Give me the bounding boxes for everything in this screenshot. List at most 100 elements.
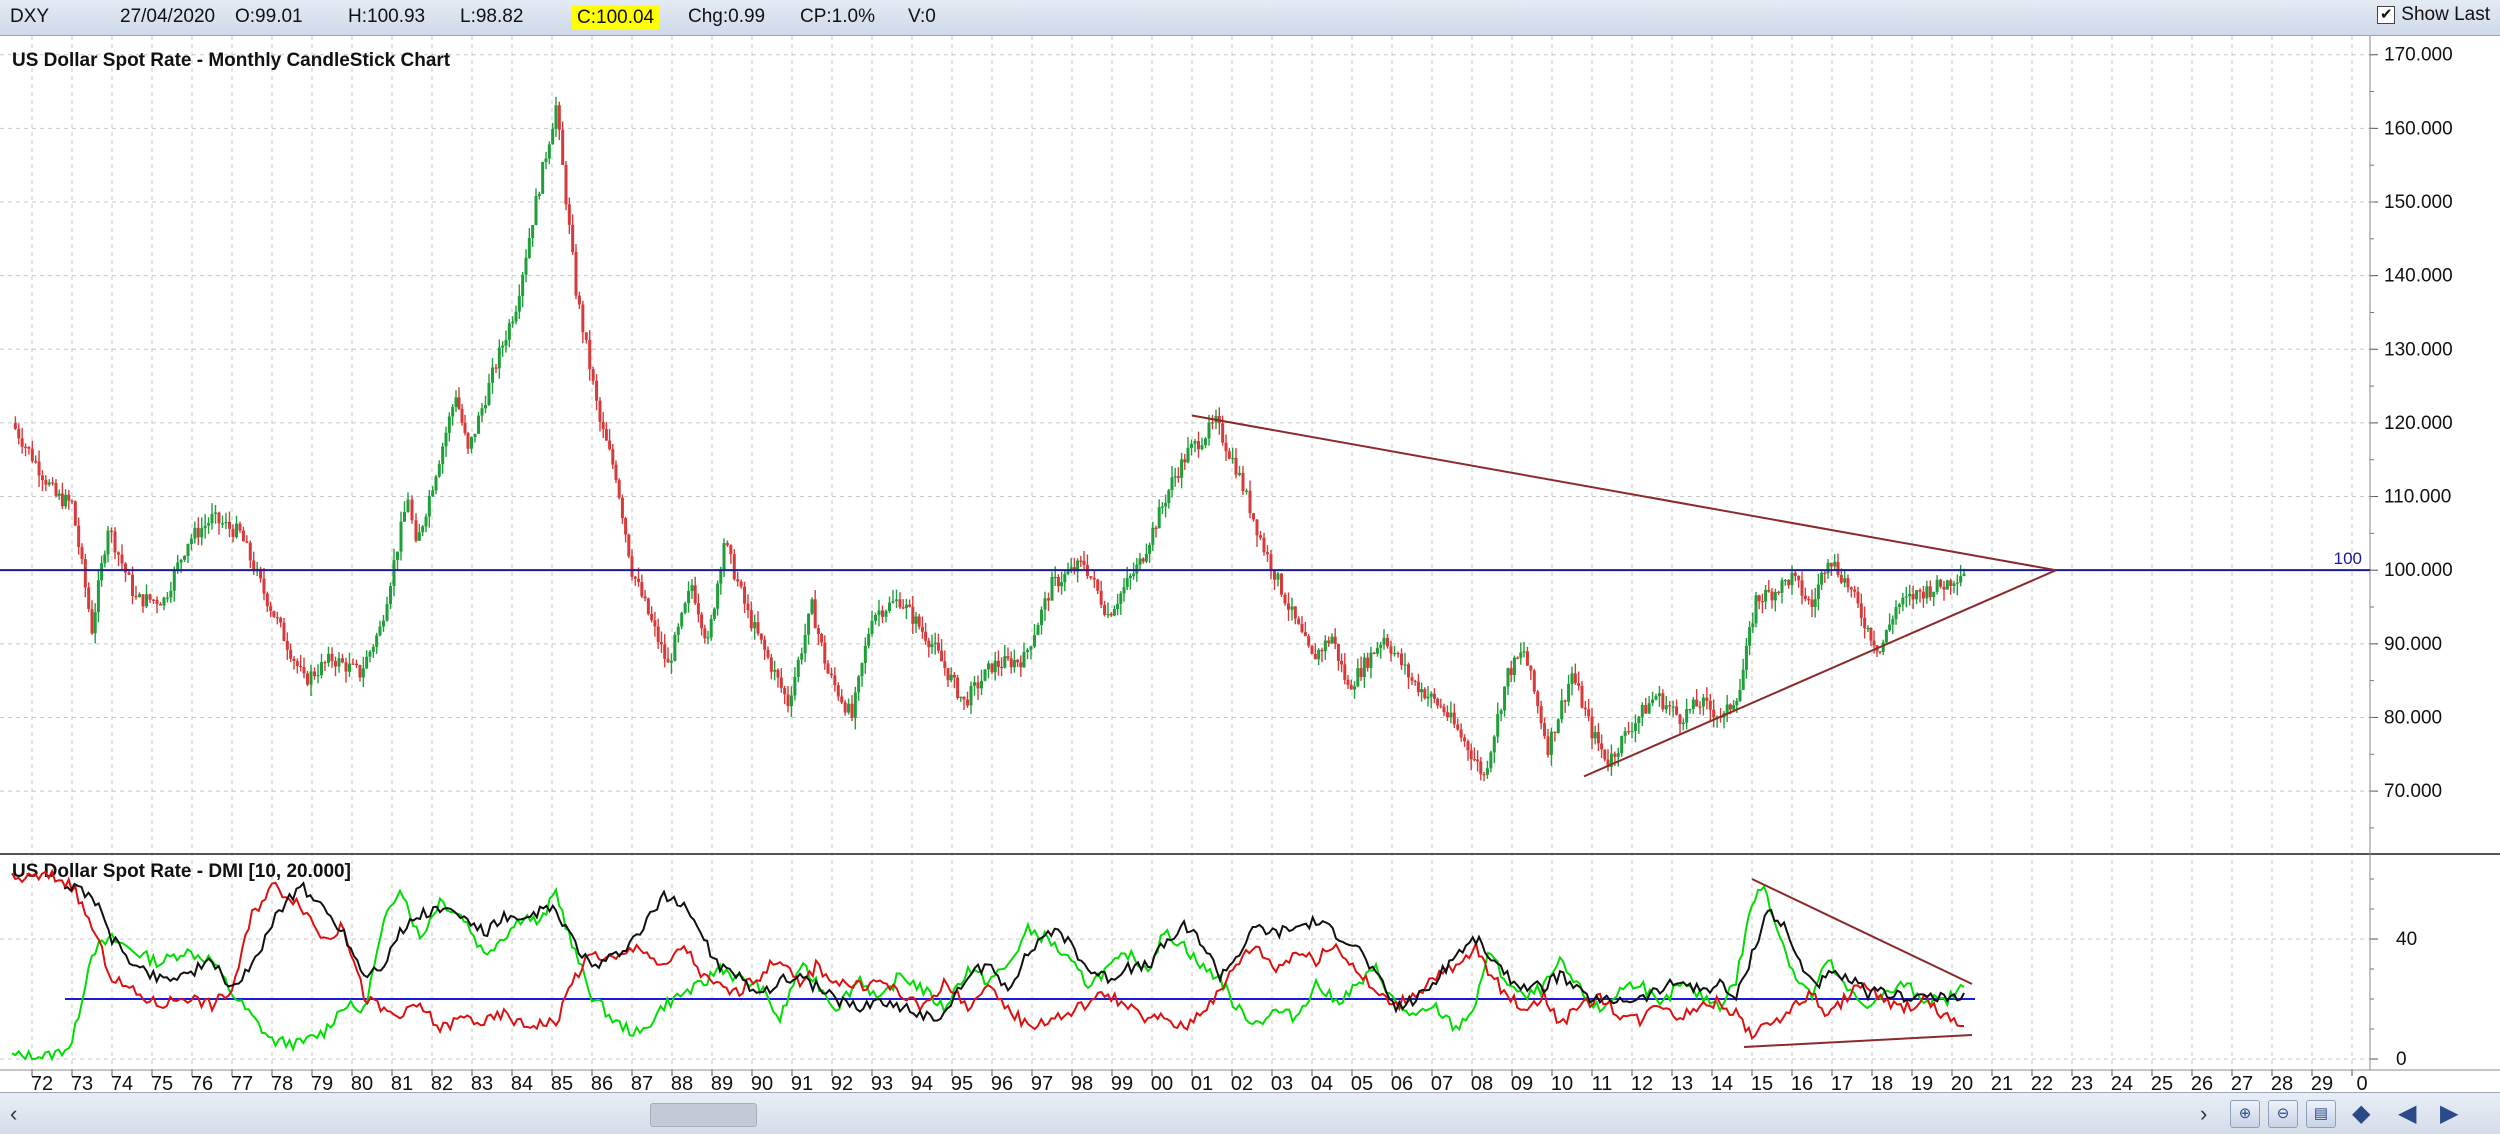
candle [262, 567, 266, 601]
candle [759, 633, 763, 644]
candle [54, 479, 58, 498]
candle [241, 526, 245, 542]
x-tick-label: 77 [231, 1073, 253, 1092]
candle [1580, 680, 1584, 709]
candle [850, 695, 854, 722]
x-tick-label: 13 [1671, 1073, 1693, 1092]
candle [238, 521, 242, 533]
candle [1410, 672, 1414, 686]
x-tick-label: 87 [631, 1073, 653, 1092]
candle [663, 634, 667, 668]
candle [427, 489, 431, 528]
candle [564, 161, 568, 211]
candle [1393, 645, 1396, 657]
scroll-right-icon[interactable]: › [2200, 1101, 2207, 1127]
x-tick-label: 0 [2356, 1073, 2367, 1092]
candle [1878, 651, 1882, 655]
candle [716, 580, 720, 616]
candle [457, 387, 461, 411]
play-back-icon[interactable]: ◆ [2352, 1099, 2370, 1128]
candle [793, 667, 797, 701]
candle [1266, 545, 1269, 562]
candle [200, 517, 204, 546]
candle [703, 624, 707, 644]
candle [1238, 465, 1241, 477]
candle [1955, 574, 1959, 596]
candle [224, 512, 228, 530]
nav-next-icon[interactable]: ▶ [2440, 1099, 2458, 1128]
print-icon[interactable]: ▤ [2306, 1100, 2336, 1128]
scroll-left-icon[interactable]: ‹ [10, 1101, 17, 1127]
candle [1698, 701, 1702, 715]
candle [1119, 591, 1123, 616]
trendline[interactable] [1191, 414, 2057, 572]
candle [196, 517, 200, 546]
candle [537, 191, 541, 200]
trendline[interactable] [1583, 569, 2057, 778]
x-tick-label: 10 [1551, 1073, 1573, 1092]
candle [840, 689, 844, 705]
zoom-in-icon[interactable]: ⊕ [2230, 1100, 2260, 1128]
candle [1939, 578, 1943, 589]
nav-prev-icon[interactable]: ◀ [2398, 1099, 2416, 1128]
candle [1593, 725, 1597, 745]
candle [1160, 502, 1164, 515]
candle [1567, 674, 1571, 706]
candle [1807, 596, 1811, 605]
x-tick-label: 80 [351, 1073, 373, 1092]
candle [64, 489, 68, 510]
candle [898, 592, 902, 609]
candle [1234, 448, 1238, 479]
chart-toolbar-bottom: ‹ › ⊕ ⊖ ▤ ◆ ◀ ▶ [0, 1092, 2500, 1134]
candle [1816, 573, 1820, 611]
candle [803, 623, 807, 662]
candle [857, 674, 861, 701]
candle [302, 657, 306, 679]
candle [67, 490, 71, 510]
candle [1560, 688, 1564, 724]
horizontal-scroll-thumb[interactable] [650, 1103, 757, 1127]
x-tick-label: 29 [2311, 1073, 2333, 1092]
chart-canvas[interactable]: US Dollar Spot Rate - Monthly CandleStic… [0, 0, 2500, 1092]
x-tick-label: 25 [2151, 1073, 2173, 1092]
candle [1006, 647, 1010, 661]
candle [355, 659, 358, 669]
candle [1050, 571, 1054, 601]
x-tick-label: 17 [1831, 1073, 1853, 1092]
candle [1323, 635, 1327, 660]
candle [1241, 466, 1245, 496]
candle [1853, 585, 1857, 598]
candle [1482, 771, 1486, 782]
candle [70, 499, 74, 505]
candle [601, 412, 605, 438]
candle [1439, 698, 1443, 709]
candle [756, 611, 760, 636]
candle [507, 319, 511, 348]
candle [24, 443, 28, 457]
candle [1918, 588, 1922, 603]
candle [447, 412, 451, 442]
candle [743, 581, 747, 614]
candle [1810, 589, 1814, 618]
candle [13, 416, 17, 431]
y-tick-label: 120.000 [2384, 413, 2453, 434]
candle [1003, 644, 1007, 669]
candle [722, 538, 726, 578]
candle [888, 596, 891, 614]
dmi-trendline[interactable] [1751, 878, 1973, 985]
candle [1688, 708, 1692, 714]
candle [1297, 616, 1301, 625]
dmi-trendline[interactable] [1743, 1034, 1973, 1048]
candle [1283, 592, 1287, 606]
y-tick-label: 160.000 [2384, 118, 2453, 139]
candle [1432, 688, 1436, 704]
candle [1543, 717, 1547, 740]
zoom-out-icon[interactable]: ⊖ [2268, 1100, 2298, 1128]
candle [1000, 657, 1004, 677]
x-tick-label: 93 [871, 1073, 893, 1092]
candle [1738, 678, 1742, 703]
x-tick-label: 96 [991, 1073, 1013, 1092]
candle [279, 616, 283, 628]
candle [1333, 628, 1337, 650]
candle [1849, 586, 1853, 598]
